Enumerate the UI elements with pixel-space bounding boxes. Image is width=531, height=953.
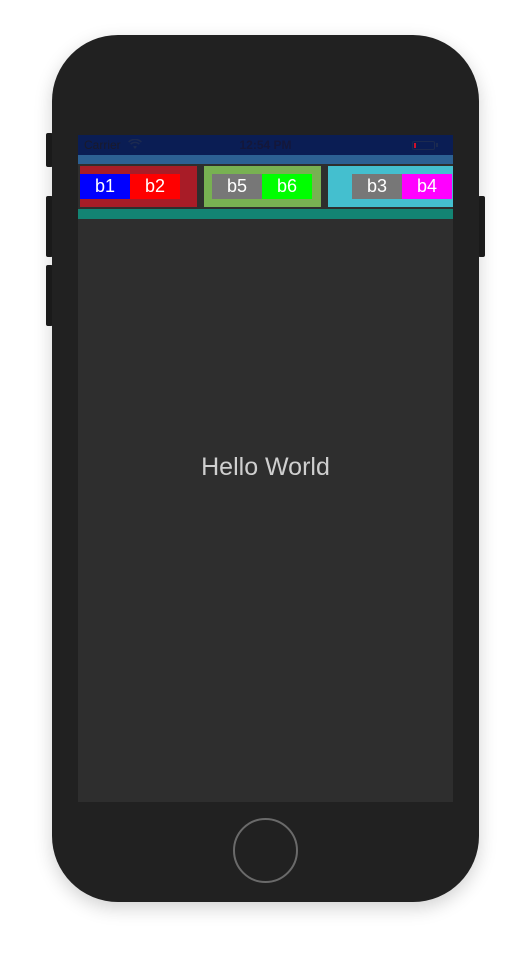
hello-label: Hello World [201,453,330,481]
button-group-1: b1 b2 [80,166,197,207]
b1-button[interactable]: b1 [80,174,130,199]
b2-button[interactable]: b2 [130,174,180,199]
b5-button[interactable]: b5 [212,174,262,199]
button-group-2: b5 b6 [204,166,321,207]
home-button[interactable] [233,818,298,883]
status-bar: Carrier 12:54 PM [78,135,453,155]
power-button [478,196,485,257]
button-group-3: b3 b4 [328,166,453,207]
b6-button[interactable]: b6 [262,174,312,199]
battery-icon [412,141,435,150]
status-time: 12:54 PM [239,138,292,152]
b4-button[interactable]: b4 [402,174,452,199]
bottom-strip [78,209,453,219]
battery-nub [436,143,438,147]
top-strip [78,155,453,164]
battery-level [414,143,416,148]
b3-button[interactable]: b3 [352,174,402,199]
app-screen: Carrier 12:54 PM b1 b2 b5 b6 b3 b4 Hello… [78,135,453,802]
button-bar: b1 b2 b5 b6 b3 b4 [78,164,453,209]
